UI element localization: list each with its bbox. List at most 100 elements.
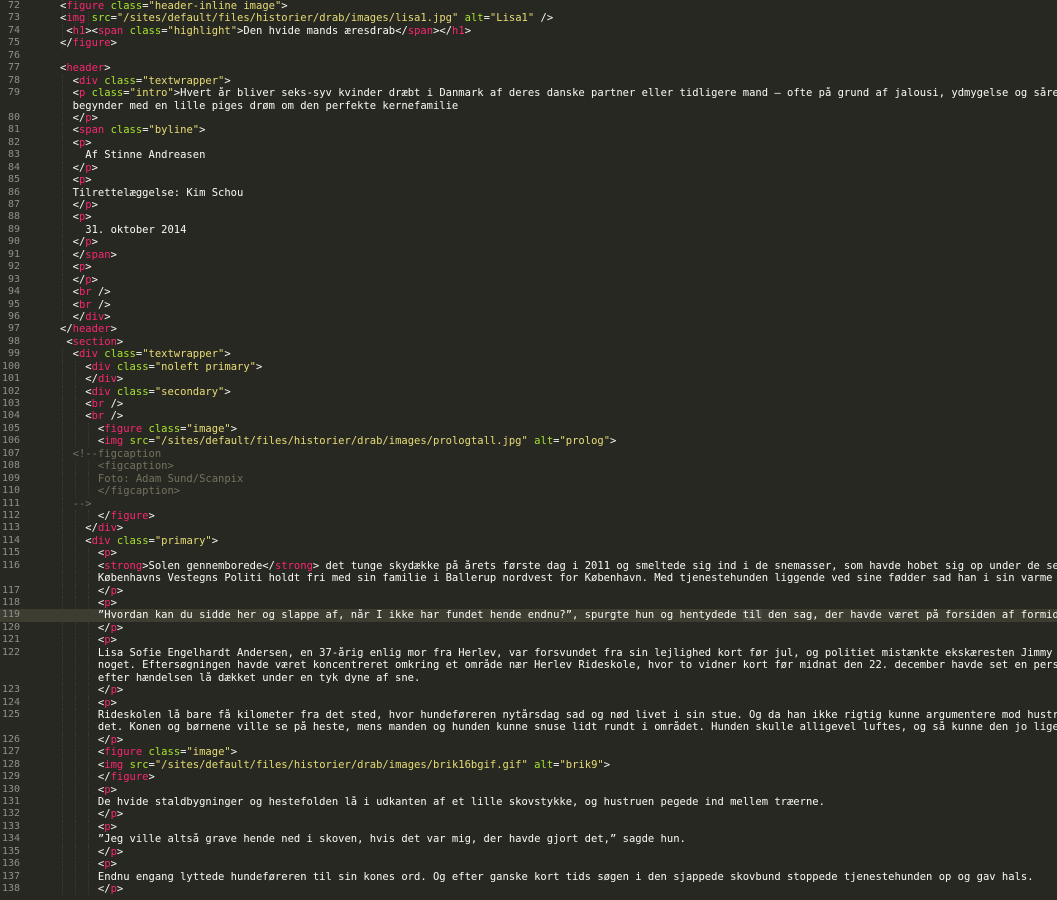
code-token: </ bbox=[60, 111, 86, 124]
code-line[interactable]: 124 <p> bbox=[0, 696, 1057, 709]
code-line[interactable]: noget. Eftersøgningen havde været koncen… bbox=[0, 659, 1057, 672]
code-line[interactable]: 134 ”Jeg ville altså grave hende ned i s… bbox=[0, 833, 1057, 846]
code-line[interactable]: 87 </p> bbox=[0, 199, 1057, 212]
code-line[interactable]: 107 <!--figcaption bbox=[0, 447, 1057, 461]
code-token: > bbox=[110, 858, 117, 871]
line-number: 75 bbox=[7, 37, 20, 49]
code-line[interactable]: 86 Tilrettelæggelse: Kim Schou bbox=[0, 186, 1057, 199]
line-number: 94 bbox=[7, 286, 20, 298]
code-text: Foto: Adam Sund/Scanpix bbox=[60, 473, 1057, 485]
code-line[interactable]: 120 </p> bbox=[0, 621, 1057, 635]
code-line[interactable]: 73 <img src="/sites/default/files/histori… bbox=[0, 12, 1057, 25]
code-line[interactable]: 112 </figure> bbox=[0, 509, 1057, 523]
code-line[interactable]: 114 <div class="primary"> bbox=[0, 534, 1057, 548]
code-token: strong bbox=[274, 559, 313, 572]
code-line[interactable]: 99 <div class="textwrapper"> bbox=[0, 348, 1057, 361]
code-token: </ bbox=[60, 883, 111, 896]
code-line[interactable]: 108 <figcaption> bbox=[0, 460, 1057, 473]
code-line[interactable]: 95 <br /> bbox=[0, 298, 1057, 311]
code-line[interactable]: 75 </figure> bbox=[0, 37, 1057, 50]
code-line[interactable]: 98 <section> bbox=[0, 336, 1057, 348]
code-token: "/sites/default/files/historier/drab/ima… bbox=[154, 435, 528, 448]
code-line[interactable]: 110 </figcaption> bbox=[0, 485, 1057, 498]
code-line[interactable]: 129 </figure> bbox=[0, 771, 1057, 784]
code-line[interactable]: 101 </div> bbox=[0, 373, 1057, 386]
code-line[interactable]: 88 <p> bbox=[0, 211, 1057, 224]
code-line[interactable]: 125 Rideskolen lå bare få kilometer fra … bbox=[0, 708, 1057, 722]
code-line[interactable]: 74 <h1><span class="highlight">Den hvide… bbox=[0, 24, 1057, 38]
code-line[interactable]: 115 <p> bbox=[0, 547, 1057, 560]
code-token: </figcaption> bbox=[60, 485, 181, 498]
code-line[interactable]: 102 <div class="secondary"> bbox=[0, 385, 1057, 398]
code-line[interactable]: det. Konen og børnene ville se på heste,… bbox=[0, 721, 1057, 734]
code-line[interactable]: 92 <p> bbox=[0, 261, 1057, 274]
code-line[interactable]: 83 Af Stinne Andreasen bbox=[0, 149, 1057, 162]
code-token: > bbox=[224, 385, 231, 398]
line-number: 83 bbox=[7, 149, 20, 161]
code-line[interactable]: 103 <br /> bbox=[0, 398, 1057, 411]
code-line[interactable]: 121 <p> bbox=[0, 634, 1057, 647]
code-line[interactable]: 131 De hvide staldbygninger og hestefold… bbox=[0, 796, 1057, 809]
code-line[interactable]: 123 </p> bbox=[0, 684, 1057, 697]
code-line[interactable]: 96 </div> bbox=[0, 310, 1057, 324]
code-line[interactable]: 137 Endnu engang lyttede hundeføreren ti… bbox=[0, 870, 1057, 884]
code-line[interactable]: 97 </header> bbox=[0, 323, 1057, 335]
code-editor[interactable]: 72 <figure class="header-inline image"> 73… bbox=[0, 0, 1057, 900]
code-token: "secondary" bbox=[154, 385, 225, 398]
code-line[interactable]: 82 <p> bbox=[0, 136, 1057, 150]
code-line[interactable]: 84 </p> bbox=[0, 161, 1057, 175]
code-token: > bbox=[116, 883, 124, 896]
code-token: > bbox=[116, 335, 124, 348]
code-line[interactable]: 90 </p> bbox=[0, 236, 1057, 249]
code-line[interactable]: 104 <br /> bbox=[0, 410, 1057, 423]
code-line[interactable]: 100 <div class="noleft primary"> bbox=[0, 360, 1057, 374]
code-line[interactable]: 113 </div> bbox=[0, 522, 1057, 535]
code-line[interactable]: 111 --> bbox=[0, 497, 1057, 510]
code-line[interactable]: 76 bbox=[0, 50, 1057, 62]
code-line[interactable]: begynder med en lille piges drøm om den … bbox=[0, 99, 1057, 112]
code-line[interactable]: efter hændelsen lå dækket under en tyk d… bbox=[0, 671, 1057, 685]
code-line[interactable]: 85 <p> bbox=[0, 174, 1057, 187]
code-line[interactable]: Københavns Vestegns Politi holdt fri med… bbox=[0, 572, 1057, 585]
code-line[interactable]: 105 <figure class="image"> bbox=[0, 422, 1057, 436]
code-token: < bbox=[60, 422, 105, 435]
code-line[interactable]: 126 </p> bbox=[0, 733, 1057, 747]
code-text: <p> bbox=[60, 547, 1057, 559]
code-line[interactable]: 93 </p> bbox=[0, 273, 1057, 287]
code-line[interactable]: 89 31. oktober 2014 bbox=[0, 223, 1057, 237]
code-line[interactable]: 136 <p> bbox=[0, 858, 1057, 871]
code-token: src bbox=[129, 758, 149, 771]
code-line[interactable]: 80 </p> bbox=[0, 111, 1057, 125]
code-token: > bbox=[110, 547, 117, 560]
code-line[interactable]: 91 </span> bbox=[0, 248, 1057, 262]
code-line[interactable]: 109 Foto: Adam Sund/Scanpix bbox=[0, 472, 1057, 486]
code-line[interactable]: 135 </p> bbox=[0, 845, 1057, 859]
code-line[interactable]: 133 <p> bbox=[0, 820, 1057, 834]
code-line[interactable]: 130 <p> bbox=[0, 783, 1057, 796]
code-line[interactable]: 116 <strong>Solen gennemborede</strong> … bbox=[0, 559, 1057, 573]
code-line[interactable]: 138 </p> bbox=[0, 883, 1057, 896]
line-number: 74 bbox=[7, 24, 20, 36]
code-line[interactable]: 94 <br /> bbox=[0, 286, 1057, 299]
code-line[interactable]: 78 <div class="textwrapper"> bbox=[0, 74, 1057, 88]
code-line[interactable]: 72 <figure class="header-inline image"> bbox=[0, 0, 1057, 13]
code-line[interactable]: 127 <figure class="image"> bbox=[0, 746, 1057, 759]
code-line[interactable]: 106 <img src="/sites/default/files/histo… bbox=[0, 435, 1057, 448]
code-line[interactable]: 118 <p> bbox=[0, 597, 1057, 610]
code-line[interactable]: 79 <p class="intro">Hvert år bliver seks… bbox=[0, 87, 1057, 100]
code-line[interactable]: 128 <img src="/sites/default/files/histo… bbox=[0, 758, 1057, 772]
code-token: <figcaption> bbox=[60, 460, 174, 473]
code-line[interactable]: 119 ”Hvordan kan du sidde her og slappe … bbox=[0, 609, 1057, 622]
code-token: < bbox=[60, 174, 79, 187]
code-token: > bbox=[91, 161, 98, 174]
code-token: Af Stinne Andreasen bbox=[60, 149, 206, 162]
code-line[interactable]: 117 </p> bbox=[0, 584, 1057, 597]
line-number: 82 bbox=[7, 136, 20, 148]
code-line[interactable]: 77 <header> bbox=[0, 62, 1057, 74]
code-lines[interactable]: 72 <figure class="header-inline image"> 73… bbox=[0, 0, 1057, 896]
line-number: 121 bbox=[1, 634, 20, 646]
code-line[interactable]: 132 </p> bbox=[0, 808, 1057, 821]
code-line[interactable]: 122 Lisa Sofie Engelhardt Andersen, en 3… bbox=[0, 646, 1057, 660]
code-line[interactable]: 81 <span class="byline"> bbox=[0, 124, 1057, 137]
line-number: 115 bbox=[1, 547, 20, 559]
